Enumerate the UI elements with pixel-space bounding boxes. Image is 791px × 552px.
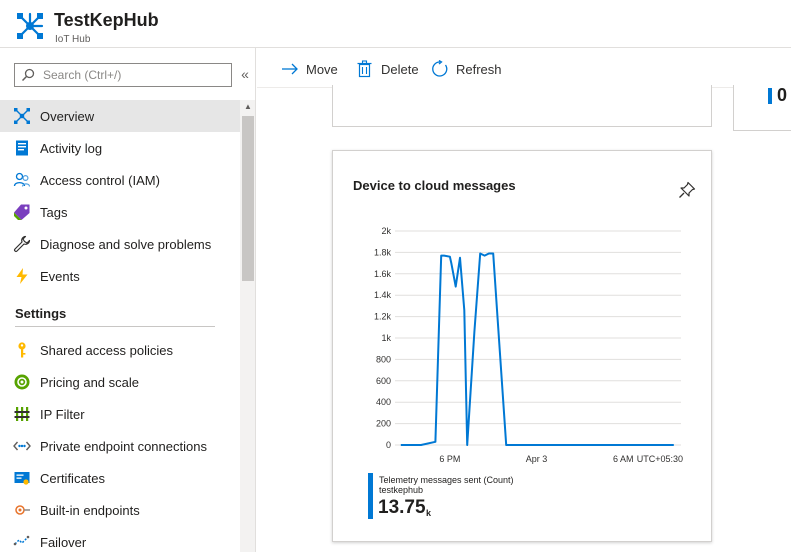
lightning-icon	[16, 268, 28, 284]
scroll-up-arrow-icon[interactable]: ▲	[240, 100, 255, 114]
search-icon	[21, 68, 35, 82]
x-tick-label: Apr 3	[526, 454, 548, 464]
sidebar-item-access-control[interactable]: Access control (IAM)	[0, 164, 240, 196]
sidebar-item-label: Diagnose and solve problems	[40, 237, 212, 252]
y-tick-label: 2k	[381, 226, 391, 236]
metric-tile[interactable]: 0	[733, 85, 791, 131]
main-content: 0 Device to cloud messages 0 200 400 600 800…	[257, 85, 791, 552]
sidebar-item-label: Overview	[40, 109, 95, 124]
resource-type: IoT Hub	[55, 34, 91, 45]
move-label: Move	[306, 62, 338, 77]
activity-log-icon	[16, 140, 28, 156]
line-chart: 0 200 400 600 800 1k 1.2k 1.4k 1.6k 1.8k 2k 6 PM Apr…	[374, 226, 683, 464]
menu-search-box[interactable]	[14, 63, 232, 87]
section-title: Settings	[15, 306, 67, 321]
ip-filter-icon	[14, 407, 30, 421]
chart-legend[interactable]: Telemetry messages sent (Count) testkeph…	[368, 473, 568, 521]
y-tick-label: 400	[376, 397, 391, 407]
access-control-icon	[13, 172, 31, 187]
sidebar-item-label: Certificates	[40, 471, 106, 486]
trash-icon	[357, 60, 372, 78]
sidebar-item-private-endpoint-connections[interactable]: Private endpoint connections	[0, 430, 240, 462]
legend-color-bar	[368, 473, 373, 519]
sidebar-item-ip-filter[interactable]: IP Filter	[0, 398, 240, 430]
sidebar-item-label: IP Filter	[40, 407, 85, 422]
metric-value: 0	[777, 85, 788, 105]
y-tick-label: 800	[376, 354, 391, 364]
delete-button[interactable]: Delete	[356, 58, 436, 80]
key-icon	[18, 342, 26, 358]
y-tick-label: 1.8k	[374, 247, 392, 257]
y-tick-label: 0	[386, 440, 391, 450]
nav-list: Overview Activity log Access control (IA…	[0, 100, 240, 552]
sidebar-item-tags[interactable]: Tags	[0, 196, 240, 228]
sidebar-item-failover[interactable]: Failover	[0, 526, 240, 552]
resource-menu: « Overview Activity log	[0, 48, 256, 552]
x-tick-label: 6 PM	[439, 454, 460, 464]
device-to-cloud-messages-card[interactable]: Device to cloud messages 0 200 400 600 800 1k…	[332, 150, 712, 542]
sidebar-item-label: Built-in endpoints	[40, 503, 140, 518]
sidebar-item-label: Shared access policies	[40, 343, 173, 358]
resource-title: TestKepHub	[54, 10, 159, 30]
sidebar-item-certificates[interactable]: Certificates	[0, 462, 240, 494]
sidebar-item-events[interactable]: Events	[0, 260, 240, 292]
y-tick-label: 200	[376, 419, 391, 429]
sidebar-item-built-in-endpoints[interactable]: Built-in endpoints	[0, 494, 240, 526]
scrollbar-thumb[interactable]	[242, 116, 254, 281]
refresh-button[interactable]: Refresh	[431, 58, 521, 80]
metric-color-bar	[768, 88, 772, 104]
summary-card[interactable]	[332, 85, 712, 127]
sidebar-item-label: Activity log	[40, 141, 103, 156]
menu-scrollbar[interactable]: ▲	[240, 100, 255, 552]
pricing-icon	[14, 374, 30, 390]
iot-hub-overview-icon	[14, 108, 30, 124]
refresh-icon	[432, 60, 448, 77]
iot-hub-icon	[17, 12, 44, 39]
sidebar-item-label: Pricing and scale	[40, 375, 139, 390]
sidebar-item-label: Tags	[40, 205, 68, 220]
sidebar-item-activity-log[interactable]: Activity log	[0, 132, 240, 164]
sidebar-item-label: Events	[40, 269, 80, 284]
tag-icon	[14, 204, 30, 220]
y-tick-label: 600	[376, 376, 391, 386]
y-tick-label: 1.6k	[374, 269, 392, 279]
refresh-label: Refresh	[456, 62, 502, 77]
sidebar-item-pricing-and-scale[interactable]: Pricing and scale	[0, 366, 240, 398]
private-endpoint-icon	[13, 441, 31, 451]
sidebar-item-label: Failover	[40, 535, 87, 550]
sidebar-item-label: Access control (IAM)	[40, 173, 160, 188]
failover-icon	[13, 535, 30, 546]
command-bar: Move Delete Refresh	[257, 48, 791, 88]
legend-total-unit: k	[426, 508, 432, 518]
resource-header: TestKepHub IoT Hub	[0, 0, 791, 48]
x-tick-label: 6 AM	[613, 454, 634, 464]
sidebar-item-shared-access-policies[interactable]: Shared access policies	[0, 334, 240, 366]
settings-section-header: Settings	[0, 292, 240, 334]
search-input[interactable]	[43, 66, 228, 84]
legend-resource-name: testkephub	[379, 485, 424, 495]
endpoint-icon	[15, 505, 30, 515]
certificate-icon	[14, 472, 30, 485]
y-tick-label: 1.4k	[374, 290, 392, 300]
y-tick-label: 1k	[381, 333, 391, 343]
sidebar-item-diagnose[interactable]: Diagnose and solve problems	[0, 228, 240, 260]
series-line	[400, 252, 674, 446]
timezone-label: UTC+05:30	[637, 454, 683, 464]
sidebar-item-overview[interactable]: Overview	[0, 100, 240, 132]
section-divider	[15, 326, 215, 327]
wrench-icon	[14, 235, 31, 252]
y-tick-label: 1.2k	[374, 312, 392, 322]
legend-total-value: 13.75	[378, 497, 426, 518]
delete-label: Delete	[381, 62, 419, 77]
collapse-menu-button[interactable]: «	[238, 65, 252, 83]
sidebar-item-label: Private endpoint connections	[40, 439, 207, 454]
legend-series-name: Telemetry messages sent (Count)	[379, 475, 514, 485]
arrow-right-icon	[282, 63, 298, 75]
